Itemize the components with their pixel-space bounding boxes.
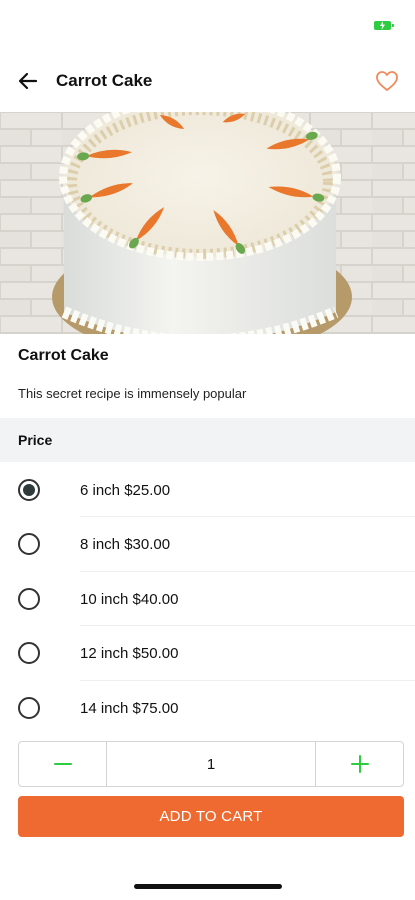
price-options-list: 6 inch $25.00 8 inch $30.00 10 inch $40.… — [0, 463, 415, 735]
increase-quantity-button[interactable] — [315, 742, 403, 786]
product-image — [0, 112, 415, 334]
home-indicator[interactable] — [134, 884, 282, 889]
product-name: Carrot Cake — [18, 347, 109, 364]
price-option-label: 14 inch $75.00 — [80, 699, 179, 717]
radio-button[interactable] — [18, 587, 40, 610]
radio-button[interactable] — [18, 533, 40, 556]
price-section-header: Price — [0, 418, 415, 462]
add-to-cart-button[interactable]: ADD TO CART — [18, 796, 404, 837]
price-option-6-inch[interactable]: 6 inch $25.00 — [0, 463, 415, 518]
heart-outline-icon — [376, 71, 398, 91]
decrease-quantity-button[interactable] — [19, 742, 107, 786]
price-option-8-inch[interactable]: 8 inch $30.00 — [0, 517, 415, 572]
back-button[interactable] — [12, 65, 44, 97]
radio-button-selected[interactable] — [18, 479, 40, 501]
price-option-label: 8 inch $30.00 — [80, 536, 171, 554]
price-section-title: Price — [18, 432, 53, 448]
radio-button[interactable] — [18, 696, 40, 719]
arrow-left-icon — [18, 72, 38, 90]
page-title: Carrot Cake — [56, 71, 153, 90]
quantity-value[interactable]: 1 — [107, 742, 315, 786]
navigation-bar: Carrot Cake — [0, 55, 415, 107]
price-option-14-inch[interactable]: 14 inch $75.00 — [0, 681, 415, 735]
plus-icon — [350, 755, 369, 773]
price-option-10-inch[interactable]: 10 inch $40.00 — [0, 572, 415, 627]
minus-icon — [53, 763, 72, 765]
battery-charging-icon — [374, 21, 394, 30]
price-option-label: 12 inch $50.00 — [80, 645, 179, 663]
favorite-button[interactable] — [371, 65, 403, 97]
price-option-label: 6 inch $25.00 — [80, 482, 171, 499]
product-description: This secret recipe is immensely popular — [18, 386, 247, 401]
price-option-label: 10 inch $40.00 — [80, 590, 179, 608]
quantity-stepper: 1 — [18, 741, 404, 787]
radio-button[interactable] — [18, 642, 40, 665]
status-bar — [0, 0, 415, 50]
price-option-12-inch[interactable]: 12 inch $50.00 — [0, 626, 415, 681]
